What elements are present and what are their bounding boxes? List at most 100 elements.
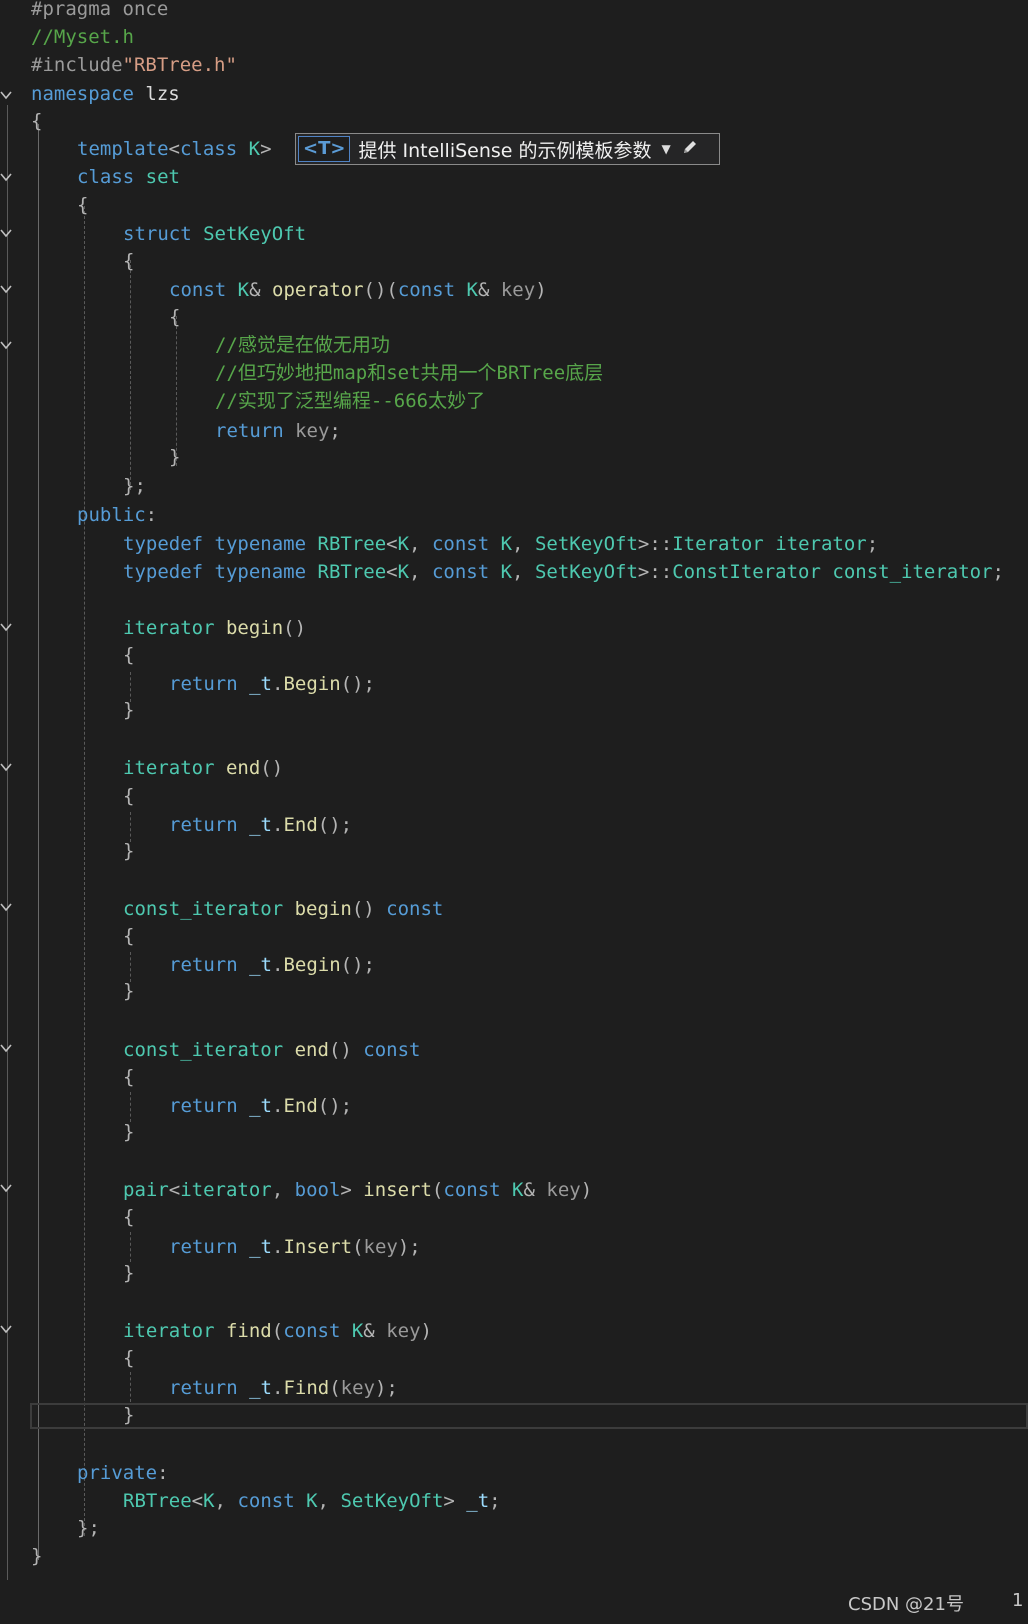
code-line[interactable]: #pragma once bbox=[31, 0, 168, 23]
code-line[interactable]: } bbox=[31, 1542, 42, 1570]
code-line[interactable]: return _t.Insert(key); bbox=[169, 1233, 421, 1261]
code-token: . bbox=[271, 1377, 284, 1399]
code-token: (); bbox=[317, 1095, 353, 1117]
code-token: . bbox=[271, 1095, 284, 1117]
code-token: , bbox=[317, 1490, 341, 1512]
code-token: . bbox=[271, 673, 284, 695]
code-line[interactable]: { bbox=[31, 107, 42, 135]
code-line[interactable]: return _t.End(); bbox=[169, 1092, 352, 1120]
code-line[interactable]: private: bbox=[77, 1459, 169, 1487]
code-token: ; bbox=[866, 533, 879, 555]
code-token: > bbox=[443, 1490, 467, 1512]
code-token: const_iterator bbox=[123, 898, 284, 920]
code-token: return bbox=[169, 1095, 238, 1117]
code-line[interactable]: iterator find(const K& key) bbox=[123, 1317, 432, 1345]
code-line[interactable]: //实现了泛型编程--666太妙了 bbox=[215, 387, 485, 415]
code-line[interactable]: } bbox=[123, 977, 134, 1005]
code-line[interactable]: //Myset.h bbox=[31, 23, 134, 51]
code-token: Iterator bbox=[672, 533, 764, 555]
code-token: }; bbox=[77, 1517, 100, 1539]
fold-toggle-operator-body[interactable] bbox=[0, 338, 13, 352]
fold-toggle-struct[interactable] bbox=[0, 226, 13, 240]
code-line[interactable]: const_iterator end() const bbox=[123, 1036, 420, 1064]
code-line[interactable]: return _t.Begin(); bbox=[169, 670, 375, 698]
code-line[interactable]: pair<iterator, bool> insert(const K& key… bbox=[123, 1176, 592, 1204]
code-line[interactable]: return _t.End(); bbox=[169, 811, 352, 839]
code-token: K bbox=[351, 1320, 364, 1342]
code-token: find bbox=[225, 1320, 272, 1342]
code-line[interactable]: class set bbox=[77, 163, 180, 191]
code-line[interactable]: return key; bbox=[215, 417, 341, 445]
code-token: ) bbox=[580, 1179, 593, 1201]
code-line[interactable]: //但巧妙地把map和set共用一个BRTree底层 bbox=[215, 359, 603, 387]
code-line[interactable]: { bbox=[123, 1344, 134, 1372]
code-token: typename bbox=[214, 533, 307, 555]
code-line[interactable]: const K& operator()(const K& key) bbox=[169, 276, 547, 304]
code-token: } bbox=[123, 699, 135, 721]
code-token: end bbox=[225, 757, 261, 779]
fold-toggle-class[interactable] bbox=[0, 170, 13, 184]
code-token: end bbox=[294, 1039, 329, 1061]
insert-body-guide bbox=[130, 1232, 131, 1262]
code-token: K bbox=[466, 279, 478, 301]
code-line[interactable]: #include"RBTree.h" bbox=[31, 51, 237, 79]
code-token: >:: bbox=[637, 561, 673, 583]
code-line[interactable]: iterator end() bbox=[123, 754, 283, 782]
code-token: SetKeyOft bbox=[340, 1490, 444, 1512]
code-line[interactable]: struct SetKeyOft bbox=[123, 220, 306, 248]
code-line[interactable]: typedef typename RBTree<K, const K, SetK… bbox=[123, 530, 878, 558]
fold-toggle-insert[interactable] bbox=[0, 1181, 13, 1195]
fold-toggle-find[interactable] bbox=[0, 1322, 13, 1336]
code-line[interactable]: } bbox=[123, 696, 134, 724]
code-line[interactable]: } bbox=[123, 837, 134, 865]
fold-toggle-namespace[interactable] bbox=[0, 88, 13, 102]
code-token: ; bbox=[329, 420, 341, 442]
code-line[interactable]: iterator begin() bbox=[123, 614, 306, 642]
code-line[interactable]: namespace lzs bbox=[31, 80, 180, 108]
code-line[interactable]: RBTree<K, const K, SetKeyOft> _t; bbox=[123, 1487, 501, 1515]
code-line[interactable]: { bbox=[123, 922, 134, 950]
fold-toggle-operator[interactable] bbox=[0, 282, 13, 296]
code-line[interactable]: } bbox=[123, 1118, 134, 1146]
code-token: _t bbox=[249, 1377, 272, 1399]
code-line[interactable]: }; bbox=[123, 472, 146, 500]
code-line[interactable]: } bbox=[169, 443, 180, 471]
code-token: const bbox=[283, 1320, 341, 1342]
code-token: struct bbox=[123, 223, 192, 245]
code-line[interactable]: { bbox=[169, 303, 180, 331]
code-line[interactable]: return _t.Begin(); bbox=[169, 951, 375, 979]
pencil-icon[interactable] bbox=[681, 138, 699, 160]
fold-toggle-cend[interactable] bbox=[0, 1041, 13, 1055]
code-line[interactable]: } bbox=[123, 1401, 134, 1429]
code-token: const_iterator bbox=[832, 561, 993, 583]
code-line[interactable]: //感觉是在做无用功 bbox=[215, 331, 390, 359]
code-line[interactable]: { bbox=[123, 1063, 134, 1091]
code-line[interactable]: { bbox=[123, 782, 134, 810]
code-token: ( bbox=[352, 1236, 364, 1258]
code-line[interactable]: { bbox=[77, 191, 88, 219]
code-token: . bbox=[271, 954, 284, 976]
fold-toggle-end[interactable] bbox=[0, 760, 13, 774]
code-line[interactable]: const_iterator begin() const bbox=[123, 895, 443, 923]
fold-toggle-begin[interactable] bbox=[0, 620, 13, 634]
code-editor[interactable]: #pragma once //Myset.h #include"RBTree.h… bbox=[0, 0, 1028, 1624]
code-line[interactable]: { bbox=[123, 247, 134, 275]
intellisense-template-bar[interactable]: <T> 提供 IntelliSense 的示例模板参数 ▼ bbox=[295, 133, 720, 165]
code-line[interactable]: { bbox=[123, 641, 134, 669]
chevron-down-icon[interactable]: ▼ bbox=[662, 142, 671, 156]
code-token: iterator bbox=[123, 757, 215, 779]
code-line[interactable]: { bbox=[123, 1203, 134, 1231]
code-token: . bbox=[271, 1236, 284, 1258]
code-line[interactable]: return _t.Find(key); bbox=[169, 1374, 398, 1402]
code-token: return bbox=[169, 1236, 238, 1258]
code-line[interactable]: }; bbox=[77, 1514, 100, 1542]
code-line[interactable]: template<class K> bbox=[77, 135, 272, 163]
fold-toggle-cbegin[interactable] bbox=[0, 900, 13, 914]
code-line[interactable]: } bbox=[123, 1259, 134, 1287]
code-line[interactable]: typedef typename RBTree<K, const K, SetK… bbox=[123, 558, 1004, 586]
code-line[interactable]: public: bbox=[77, 501, 157, 529]
